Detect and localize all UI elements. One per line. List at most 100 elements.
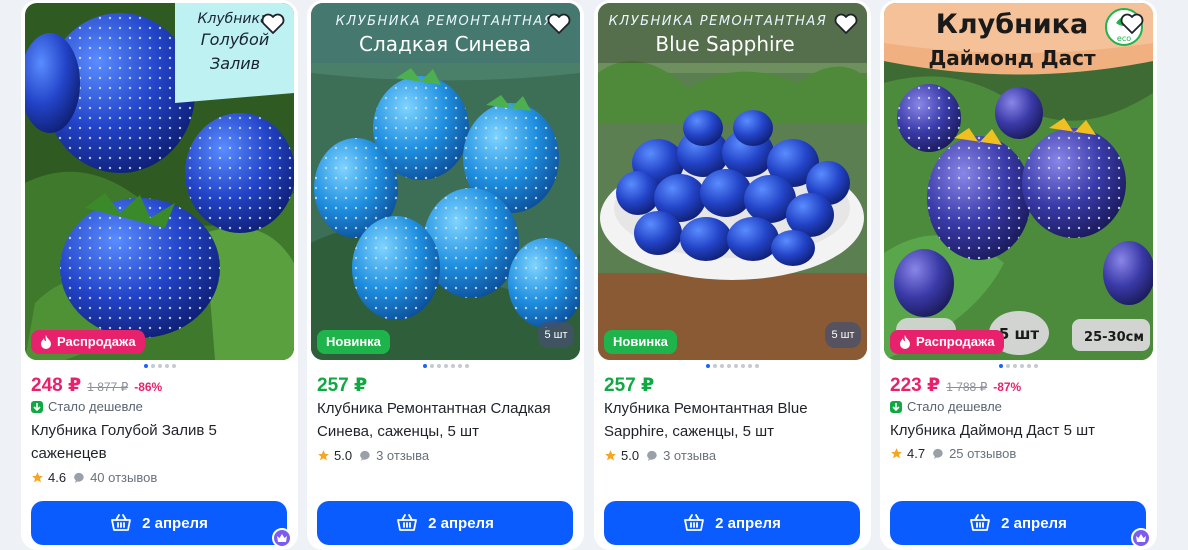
reviews-link[interactable]: 40 отзывов <box>74 470 157 485</box>
old-price: 1 788 ₽ <box>946 380 988 394</box>
product-grid: Клубника Голубой Залив Распродажа 248 ₽ … <box>0 0 1188 550</box>
product-title[interactable]: Клубника Ремонтантная Blue Sapphire, саж… <box>604 397 859 443</box>
delivery-date: 2 апреля <box>142 514 208 532</box>
price-drop-label: Стало дешевле <box>890 399 1002 414</box>
favorite-button[interactable] <box>1119 12 1145 36</box>
basket-icon <box>111 514 132 531</box>
star-icon <box>891 448 902 459</box>
price-block: 223 ₽ 1 788 ₽ -87% <box>890 374 1021 397</box>
reviews-link[interactable]: 3 отзыва <box>647 448 716 463</box>
image-caption: Клубника <box>936 9 1088 40</box>
discount: -87% <box>993 380 1022 394</box>
new-badge: Новинка <box>604 330 677 354</box>
quantity-tag: 5 шт <box>538 322 574 348</box>
add-to-cart-button[interactable]: 2 апреля <box>31 501 287 545</box>
price-drop-text: Стало дешевле <box>907 399 1002 414</box>
badge-label: Новинка <box>326 334 381 349</box>
star-icon <box>32 472 43 483</box>
image-pagination[interactable] <box>880 364 1157 368</box>
add-to-cart-button[interactable]: 2 апреля <box>604 501 860 545</box>
add-to-cart-button[interactable]: 2 апреля <box>317 501 573 545</box>
title-line: Sapphire, саженцы, 5 шт <box>604 423 775 440</box>
basket-icon <box>684 514 705 531</box>
favorite-button[interactable] <box>833 12 859 36</box>
image-caption: 5 шт <box>999 325 1040 343</box>
product-image[interactable]: Клубника Голубой Залив Распродажа <box>25 3 294 360</box>
sale-badge: Распродажа <box>890 330 1004 354</box>
price-block: 248 ₽ 1 877 ₽ -86% <box>31 374 162 397</box>
title-line: Клубника Даймонд Даст 5 шт <box>890 422 1096 439</box>
image-caption: Клубника <box>197 11 268 27</box>
sale-badge: Распродажа <box>31 330 145 354</box>
image-caption: КЛУБНИКА РЕМОНТАНТНАЯ <box>336 14 555 29</box>
badge-label: Распродажа <box>916 334 995 349</box>
new-badge: Новинка <box>317 330 390 354</box>
product-card[interactable]: Клубника Даймонд Даст eco 5 шт 25-30см Р… <box>880 0 1157 550</box>
current-price: 248 ₽ <box>31 375 82 396</box>
rating-value: 5.0 <box>334 448 353 463</box>
fire-icon <box>900 335 910 349</box>
crown-icon <box>1131 528 1151 548</box>
title-line: Клубника Ремонтантная Сладкая <box>317 400 551 417</box>
delivery-date: 2 апреля <box>715 514 781 532</box>
image-caption: 25-30см <box>1084 330 1144 345</box>
image-pagination[interactable] <box>307 364 584 368</box>
image-pagination[interactable] <box>21 364 298 368</box>
reviews-count: 3 отзыва <box>663 448 717 463</box>
basket-icon <box>397 514 418 531</box>
product-title[interactable]: Клубника Ремонтантная Сладкая Синева, са… <box>317 397 572 443</box>
rating: 5.0 3 отзыва <box>317 448 429 463</box>
product-image[interactable]: Клубника Даймонд Даст eco 5 шт 25-30см Р… <box>884 3 1153 360</box>
heart-icon <box>261 13 285 34</box>
favorite-button[interactable] <box>546 12 572 36</box>
comment-icon <box>74 472 84 483</box>
badge-label: Распродажа <box>57 334 136 349</box>
current-price: 257 ₽ <box>317 375 368 396</box>
comment-icon <box>933 448 943 459</box>
comment-icon <box>360 450 370 461</box>
image-caption: Голубой <box>201 30 269 49</box>
rating: 4.7 25 отзывов <box>890 446 1016 461</box>
delivery-date: 2 апреля <box>1001 514 1067 532</box>
rating: 4.6 40 отзывов <box>31 470 157 485</box>
image-caption: Даймонд Даст <box>928 46 1096 70</box>
reviews-link[interactable]: 25 отзывов <box>933 446 1016 461</box>
arrow-down-icon <box>31 400 43 413</box>
product-card[interactable]: Клубника Голубой Залив Распродажа 248 ₽ … <box>21 0 298 550</box>
image-caption: КЛУБНИКА РЕМОНТАНТНАЯ <box>609 14 828 29</box>
arrow-down-icon <box>890 400 902 413</box>
quantity-tag: 5 шт <box>825 322 861 348</box>
favorite-button[interactable] <box>260 12 286 36</box>
image-caption: Залив <box>210 54 260 73</box>
reviews-count: 25 отзывов <box>949 446 1017 461</box>
crown-icon <box>272 528 292 548</box>
rating-value: 5.0 <box>621 448 640 463</box>
product-card[interactable]: КЛУБНИКА РЕМОНТАНТНАЯ Blue Sapphire Нови… <box>594 0 871 550</box>
title-line: саженецев <box>31 445 107 462</box>
product-image[interactable]: КЛУБНИКА РЕМОНТАНТНАЯ Blue Sapphire Нови… <box>598 3 867 360</box>
fire-icon <box>41 335 51 349</box>
image-caption: Сладкая Синева <box>359 32 531 56</box>
add-to-cart-button[interactable]: 2 апреля <box>890 501 1146 545</box>
product-title[interactable]: Клубника Даймонд Даст 5 шт <box>890 419 1145 442</box>
rating: 5.0 3 отзыва <box>604 448 716 463</box>
discount: -86% <box>134 380 163 394</box>
rating-value: 4.7 <box>907 446 926 461</box>
reviews-link[interactable]: 3 отзыва <box>360 448 429 463</box>
star-icon <box>605 450 616 461</box>
heart-icon <box>1120 13 1144 34</box>
product-title[interactable]: Клубника Голубой Залив 5 саженецев <box>31 419 286 465</box>
product-image[interactable]: КЛУБНИКА РЕМОНТАНТНАЯ Сладкая Синева Нов… <box>311 3 580 360</box>
delivery-date: 2 апреля <box>428 514 494 532</box>
reviews-count: 40 отзывов <box>90 470 158 485</box>
image-caption: Blue Sapphire <box>655 32 794 56</box>
rating-value: 4.6 <box>48 470 67 485</box>
current-price: 257 ₽ <box>604 375 655 396</box>
reviews-count: 3 отзыва <box>376 448 430 463</box>
product-card[interactable]: КЛУБНИКА РЕМОНТАНТНАЯ Сладкая Синева Нов… <box>307 0 584 550</box>
old-price: 1 877 ₽ <box>87 380 129 394</box>
price-block: 257 ₽ <box>317 374 367 397</box>
title-line: Клубника Ремонтантная Blue <box>604 400 808 417</box>
image-pagination[interactable] <box>594 364 871 368</box>
comment-icon <box>647 450 657 461</box>
